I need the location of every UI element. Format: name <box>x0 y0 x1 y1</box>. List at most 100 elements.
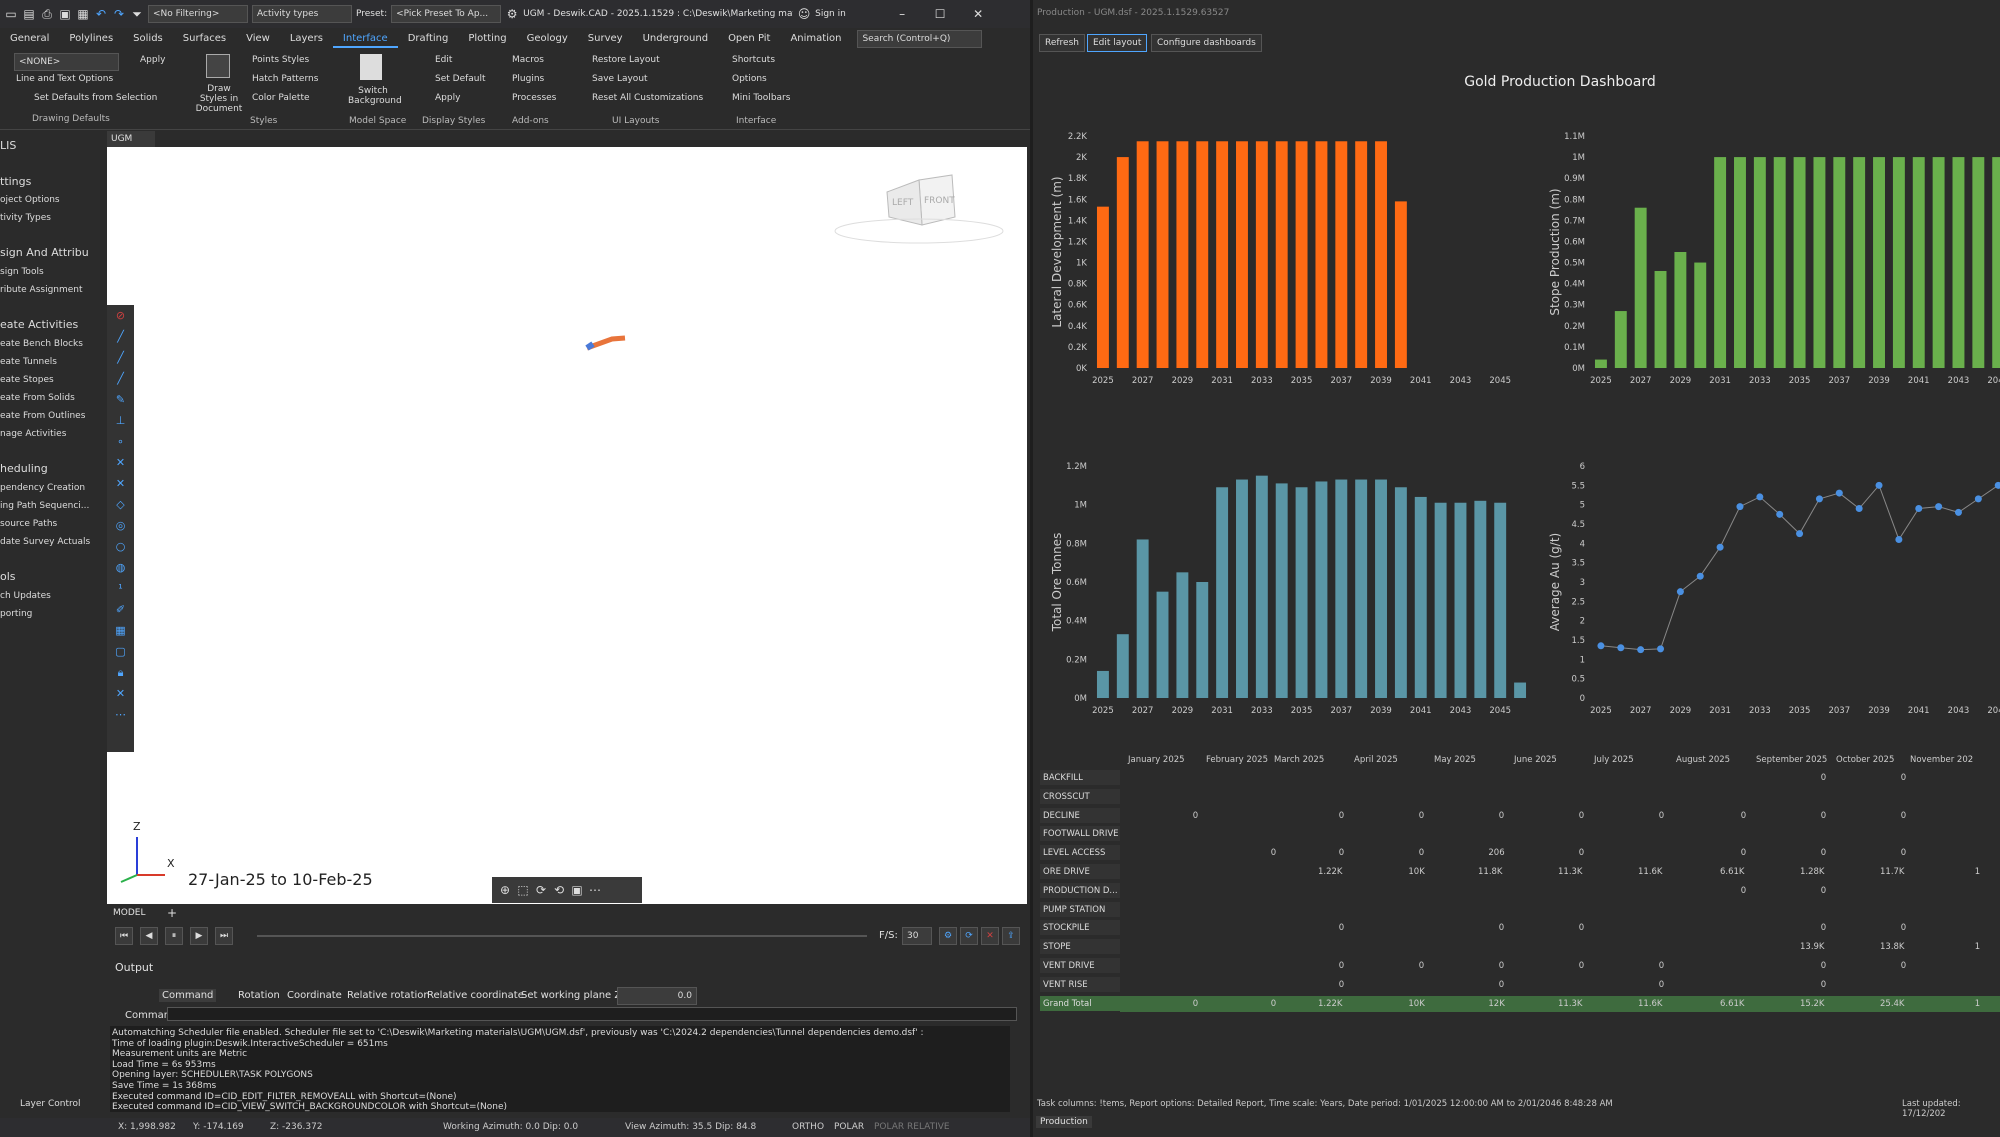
data-point[interactable] <box>1935 503 1943 511</box>
refresh-icon[interactable]: ⟳ <box>960 927 978 945</box>
close-icon[interactable]: ✕ <box>971 7 985 21</box>
polar-toggle[interactable]: POLAR <box>834 1122 864 1132</box>
bar[interactable] <box>1196 582 1209 698</box>
activity-types-dropdown[interactable]: Activity types <box>252 5 352 23</box>
bar[interactable] <box>1514 682 1527 698</box>
edit-layout-button[interactable]: Edit layout <box>1087 34 1148 52</box>
bar[interactable] <box>1394 201 1407 368</box>
orbit-icon[interactable]: ⟳ <box>534 883 548 897</box>
bar[interactable] <box>1394 487 1407 698</box>
table-row-label[interactable]: STOPE <box>1040 939 1120 956</box>
redo-icon[interactable]: ↷ <box>112 7 126 21</box>
bar[interactable] <box>1992 157 2000 368</box>
data-point[interactable] <box>1676 588 1684 596</box>
bar[interactable] <box>1156 141 1169 368</box>
data-point[interactable] <box>1875 481 1883 489</box>
preset-dropdown[interactable]: <Pick Preset To Ap... <box>391 5 502 23</box>
table-row-label[interactable]: Grand Total <box>1040 995 1120 1012</box>
menu-general[interactable]: General <box>0 30 59 48</box>
list-item[interactable]: eate Bench Blocks <box>0 339 83 349</box>
minimize-icon[interactable]: – <box>895 7 909 21</box>
bar[interactable] <box>1255 475 1268 698</box>
bar[interactable] <box>1216 141 1229 368</box>
zoom-extents-icon[interactable]: ⬚ <box>516 883 530 897</box>
lock-icon[interactable]: 🔒︎ <box>107 662 134 683</box>
bar[interactable] <box>1654 270 1667 368</box>
refresh-button[interactable]: Refresh <box>1039 34 1085 52</box>
bar[interactable] <box>1892 157 1905 368</box>
data-point[interactable] <box>1796 530 1804 538</box>
bar[interactable] <box>1932 157 1945 368</box>
data-point[interactable] <box>1835 489 1843 497</box>
menu-solids[interactable]: Solids <box>123 30 173 48</box>
table-row-label[interactable]: LEVEL ACCESS <box>1040 845 1120 862</box>
draw-styles-button[interactable]: Draw Styles in Document <box>194 84 244 114</box>
table-row-label[interactable]: BACKFILL <box>1040 770 1120 786</box>
bar[interactable] <box>1773 157 1786 368</box>
bar[interactable] <box>1714 157 1727 368</box>
chart-4[interactable]: Average Au (g/t) 0 0.5 1 1.5 2 2.5 3 3.5 4 4.5 5 5.5… <box>1548 462 2000 716</box>
processes-button[interactable]: Processes <box>512 93 556 103</box>
menu-survey[interactable]: Survey <box>578 30 633 48</box>
menu-plotting[interactable]: Plotting <box>458 30 516 48</box>
more-icon[interactable]: ⋯ <box>107 704 134 725</box>
bar[interactable] <box>1275 141 1288 368</box>
bar[interactable] <box>1355 141 1368 368</box>
bar[interactable] <box>1952 157 1965 368</box>
data-point[interactable] <box>1895 535 1903 543</box>
tunnel-model-start[interactable] <box>585 341 595 351</box>
tab-coordinate[interactable]: Coordinate <box>287 990 342 1001</box>
bar[interactable] <box>1176 572 1189 698</box>
bar[interactable] <box>1156 591 1169 698</box>
switch-background-button[interactable]: Switch Background <box>348 86 402 106</box>
search-box[interactable]: Search (Control+Q) <box>857 30 983 48</box>
draw-styles-icon[interactable] <box>206 54 230 78</box>
add-tab-icon[interactable]: + <box>167 906 177 920</box>
switch-background-icon[interactable] <box>360 54 382 80</box>
save-icon[interactable]: ▣ <box>58 7 72 21</box>
frame-icon[interactable]: ▢ <box>107 641 134 662</box>
set-default-button[interactable]: Set Default <box>435 74 486 84</box>
user-icon[interactable]: ☺ <box>797 7 811 21</box>
tab-command[interactable]: Command <box>159 989 217 1002</box>
hatch-patterns-button[interactable]: Hatch Patterns <box>252 74 318 84</box>
list-item[interactable]: source Paths <box>0 519 57 529</box>
data-point[interactable] <box>1915 505 1923 513</box>
macros-button[interactable]: Macros <box>512 55 544 65</box>
table-row-label[interactable]: ORE DRIVE <box>1040 864 1120 880</box>
diamond-icon[interactable]: ◇ <box>107 494 134 515</box>
list-item[interactable]: eate From Solids <box>0 393 75 403</box>
timeline-slider[interactable] <box>257 935 867 937</box>
more-icon[interactable]: ⋯ <box>588 883 602 897</box>
options-button[interactable]: Options <box>732 74 767 84</box>
bar[interactable] <box>1434 502 1447 698</box>
new-file-icon[interactable]: ▭ <box>4 7 18 21</box>
menu-surfaces[interactable]: Surfaces <box>173 30 236 48</box>
bar[interactable] <box>1236 479 1248 698</box>
circle-icon[interactable]: ○ <box>107 536 134 557</box>
bar[interactable] <box>1275 483 1288 698</box>
bar[interactable] <box>1734 157 1746 368</box>
cross-icon[interactable]: ✕ <box>107 473 134 494</box>
3d-viewport[interactable]: LEFT FRONT Z X <box>107 147 1027 904</box>
snap-x-icon[interactable]: ✕ <box>107 683 134 704</box>
table-row-label[interactable]: PRODUCTION D... <box>1040 882 1120 899</box>
open-icon[interactable]: ▤ <box>22 7 36 21</box>
list-item[interactable]: ing Path Sequenci... <box>0 501 89 511</box>
stop-icon[interactable]: ✕ <box>981 927 999 945</box>
bar[interactable] <box>1295 487 1308 698</box>
bar[interactable] <box>1375 141 1387 368</box>
list-item[interactable]: eate From Outlines <box>0 411 85 421</box>
list-item[interactable]: tivity Types <box>0 213 51 223</box>
print-icon[interactable]: ⎙ <box>40 7 54 21</box>
bar[interactable] <box>1335 479 1348 698</box>
bar[interactable] <box>1116 634 1129 698</box>
bar[interactable] <box>1813 157 1826 368</box>
bar[interactable] <box>1853 157 1866 368</box>
bar[interactable] <box>1414 496 1427 698</box>
filter-icon[interactable]: ⏷ <box>130 7 144 21</box>
section-tools[interactable]: ols <box>0 570 16 583</box>
bar[interactable] <box>1793 157 1806 368</box>
data-point[interactable] <box>1736 503 1744 511</box>
menu-layers[interactable]: Layers <box>280 30 333 48</box>
